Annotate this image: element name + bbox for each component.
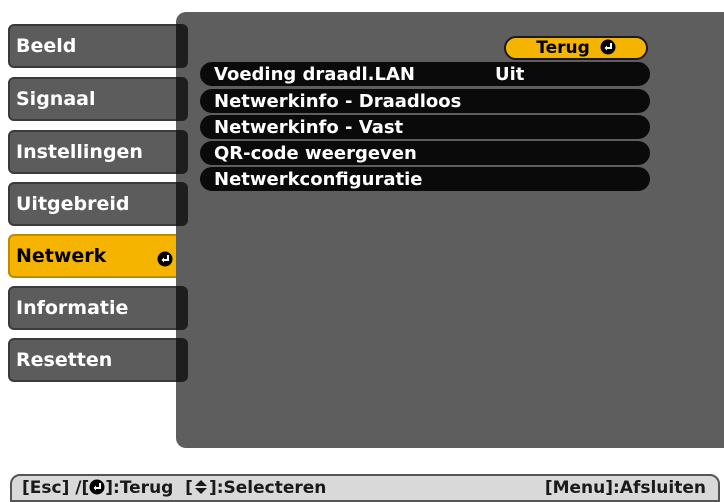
enter-icon	[89, 478, 105, 498]
item-label: QR-code weergeven	[214, 142, 417, 164]
item-label: Netwerkinfo - Vast	[214, 116, 404, 138]
item-label: Voeding draadl.LAN	[214, 63, 415, 85]
updown-icon	[193, 478, 209, 498]
tab-netwerk[interactable]: Netwerk	[8, 234, 183, 278]
item-label: Netwerkconfiguratie	[214, 168, 423, 190]
tab-resetten[interactable]: Resetten	[8, 338, 183, 382]
back-label: Terug	[536, 38, 590, 58]
menu-item-qr-code[interactable]: QR-code weergeven	[200, 141, 650, 165]
tab-label: Uitgebreid	[16, 193, 130, 215]
enter-icon	[157, 248, 173, 270]
status-esc: [Esc] /[	[22, 478, 90, 498]
tab-label: Netwerk	[16, 245, 107, 267]
tab-beeld[interactable]: Beeld	[8, 24, 183, 68]
menu-item-netwerkinfo-vast[interactable]: Netwerkinfo - Vast	[200, 115, 650, 139]
status-bar: [Esc] /[ ]:Terug [ ]:Selecteren [Menu]:A…	[10, 474, 720, 502]
tab-connector	[176, 77, 188, 121]
tab-label: Instellingen	[16, 141, 143, 163]
tab-connector	[176, 338, 188, 382]
tab-connector	[176, 24, 188, 68]
tab-connector	[176, 182, 188, 226]
tab-label: Resetten	[16, 349, 113, 371]
tab-signaal[interactable]: Signaal	[8, 77, 183, 121]
tab-informatie[interactable]: Informatie	[8, 286, 183, 330]
status-exit: [Menu]:Afsluiten	[544, 478, 706, 498]
back-button[interactable]: Terug	[504, 36, 648, 60]
tab-connector	[176, 286, 188, 330]
menu-item-netwerkinfo-draadloos[interactable]: Netwerkinfo - Draadloos	[200, 89, 650, 113]
item-value: Uit	[495, 63, 525, 85]
status-back: ]:Terug [	[105, 478, 193, 498]
tab-uitgebreid[interactable]: Uitgebreid	[8, 182, 183, 226]
menu-item-netwerkconfiguratie[interactable]: Netwerkconfiguratie	[200, 167, 650, 191]
tab-connector	[176, 130, 188, 174]
tab-label: Beeld	[16, 35, 77, 57]
item-label: Netwerkinfo - Draadloos	[214, 90, 462, 112]
menu-item-voeding[interactable]: Voeding draadl.LAN Uit	[200, 62, 650, 86]
tab-label: Signaal	[16, 88, 96, 110]
tab-instellingen[interactable]: Instellingen	[8, 130, 183, 174]
status-select: ]:Selecteren	[208, 478, 327, 498]
tab-label: Informatie	[16, 297, 129, 319]
enter-icon	[600, 38, 616, 58]
